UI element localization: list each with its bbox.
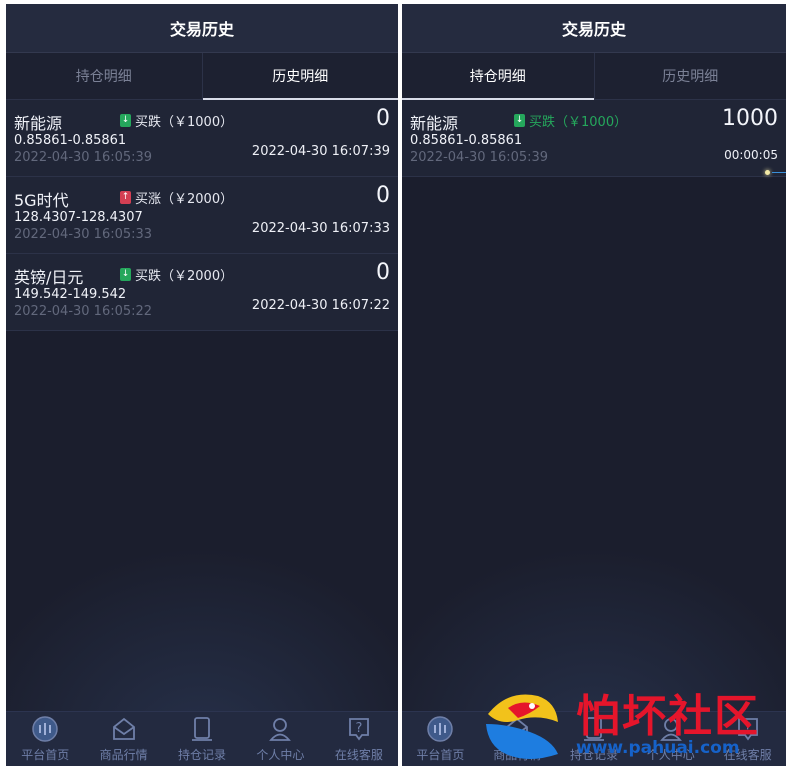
svg-text:?: ?	[355, 721, 362, 736]
trade-label: 买跌（￥2000）	[135, 269, 234, 284]
nav-home[interactable]: 平台首页	[6, 712, 84, 766]
countdown: 00:00:05	[724, 148, 778, 162]
trade-label: 买跌（￥1000）	[529, 115, 628, 130]
nav-label: 平台首页	[416, 748, 465, 762]
arrow-up-icon: ↑	[120, 191, 131, 204]
tab-positions[interactable]: 持仓明细	[6, 53, 202, 99]
tab-bar: 持仓明细 历史明细	[402, 53, 786, 100]
nav-home[interactable]: 平台首页	[402, 712, 479, 766]
nav-records[interactable]: 持仓记录	[163, 712, 241, 766]
trade-direction: ↓ 买跌（￥1000）	[120, 111, 233, 130]
nav-support[interactable]: ? 在线客服	[320, 712, 398, 766]
profit-value: 1000	[722, 106, 778, 131]
open-time: 2022-04-30 16:05:22	[14, 304, 153, 319]
nav-label: 持仓记录	[178, 748, 227, 762]
tab-history[interactable]: 历史明细	[201, 53, 399, 100]
nav-profile[interactable]: 个人中心	[632, 712, 709, 766]
list-item[interactable]: 5G时代 ↑ 买涨（￥2000） 128.4307-128.4307 2022-…	[6, 177, 398, 254]
trade-list: 新能源 ↓ 买跌（￥1000） 0.85861-0.85861 2022-04-…	[402, 100, 786, 177]
market-envelope-icon	[112, 717, 135, 740]
nav-label: 在线客服	[334, 748, 383, 762]
close-time: 2022-04-30 16:07:33	[251, 221, 390, 236]
nav-market[interactable]: 商品行情	[479, 712, 556, 766]
market-envelope-icon	[506, 717, 529, 740]
progress-line	[772, 172, 786, 173]
bottom-nav: 平台首页 商品行情 持仓记录 个人中心 ? 在线客服	[6, 711, 398, 766]
nav-market[interactable]: 商品行情	[84, 712, 162, 766]
history-panel-left: 交易历史 持仓明细 历史明细 新能源 ↓ 买跌（￥1000） 0.85861-0…	[6, 4, 398, 766]
open-time: 2022-04-30 16:05:33	[14, 227, 153, 242]
price-range: 149.542-149.542	[14, 287, 127, 302]
nav-profile[interactable]: 个人中心	[241, 712, 319, 766]
nav-label: 个人中心	[256, 748, 305, 762]
product-name: 5G时代	[14, 191, 69, 210]
history-panel-right: 交易历史 持仓明细 历史明细 新能源 ↓ 买跌（￥1000） 0.85861-0…	[402, 4, 786, 766]
product-name: 新能源	[14, 114, 63, 133]
progress-dot	[765, 170, 770, 175]
nav-label: 商品行情	[493, 748, 542, 762]
product-name: 新能源	[410, 114, 459, 133]
open-time: 2022-04-30 16:05:39	[410, 150, 549, 165]
bottom-nav: 平台首页 商品行情 持仓记录 个人中心 ? 在线客服	[402, 711, 786, 766]
trade-label: 买涨（￥2000）	[135, 192, 234, 207]
user-icon	[269, 718, 292, 741]
page-title: 交易历史	[6, 4, 398, 53]
platform-logo-icon	[427, 716, 454, 742]
profit-value: 0	[376, 183, 390, 208]
help-icon: ?	[737, 718, 758, 741]
product-name: 英镑/日元	[14, 268, 84, 287]
nav-label: 商品行情	[99, 748, 148, 762]
list-item[interactable]: 新能源 ↓ 买跌（￥1000） 0.85861-0.85861 2022-04-…	[6, 100, 398, 177]
tab-bar: 持仓明细 历史明细	[6, 53, 398, 100]
profit-value: 0	[376, 260, 390, 285]
tab-positions[interactable]: 持仓明细	[402, 53, 594, 100]
price-range: 128.4307-128.4307	[14, 210, 143, 225]
trade-direction: ↓ 买跌（￥2000）	[120, 265, 233, 284]
trade-list: 新能源 ↓ 买跌（￥1000） 0.85861-0.85861 2022-04-…	[6, 100, 398, 331]
list-item[interactable]: 英镑/日元 ↓ 买跌（￥2000） 149.542-149.542 2022-0…	[6, 254, 398, 331]
arrow-down-icon: ↓	[514, 114, 525, 127]
nav-label: 个人中心	[646, 748, 695, 762]
platform-logo-icon	[32, 716, 58, 742]
page-title: 交易历史	[402, 4, 786, 53]
record-icon	[192, 717, 213, 741]
svg-text:?: ?	[744, 721, 751, 736]
close-time: 2022-04-30 16:07:22	[251, 298, 390, 313]
nav-records[interactable]: 持仓记录	[556, 712, 633, 766]
nav-label: 平台首页	[21, 748, 70, 762]
nav-label: 持仓记录	[569, 748, 618, 762]
arrow-down-icon: ↓	[120, 268, 131, 281]
price-range: 0.85861-0.85861	[14, 133, 127, 148]
user-icon	[659, 718, 682, 741]
trade-label: 买跌（￥1000）	[135, 115, 234, 130]
nav-support[interactable]: ? 在线客服	[709, 712, 786, 766]
price-range: 0.85861-0.85861	[410, 133, 523, 148]
list-item[interactable]: 新能源 ↓ 买跌（￥1000） 0.85861-0.85861 2022-04-…	[402, 100, 786, 177]
record-icon	[583, 717, 604, 741]
arrow-down-icon: ↓	[120, 114, 131, 127]
tab-history[interactable]: 历史明细	[593, 53, 787, 99]
nav-label: 在线客服	[723, 748, 772, 762]
help-icon: ?	[348, 718, 369, 741]
trade-direction: ↓ 买跌（￥1000）	[514, 111, 627, 130]
open-time: 2022-04-30 16:05:39	[14, 150, 153, 165]
profit-value: 0	[376, 106, 390, 131]
close-time: 2022-04-30 16:07:39	[251, 144, 390, 159]
trade-direction: ↑ 买涨（￥2000）	[120, 188, 233, 207]
